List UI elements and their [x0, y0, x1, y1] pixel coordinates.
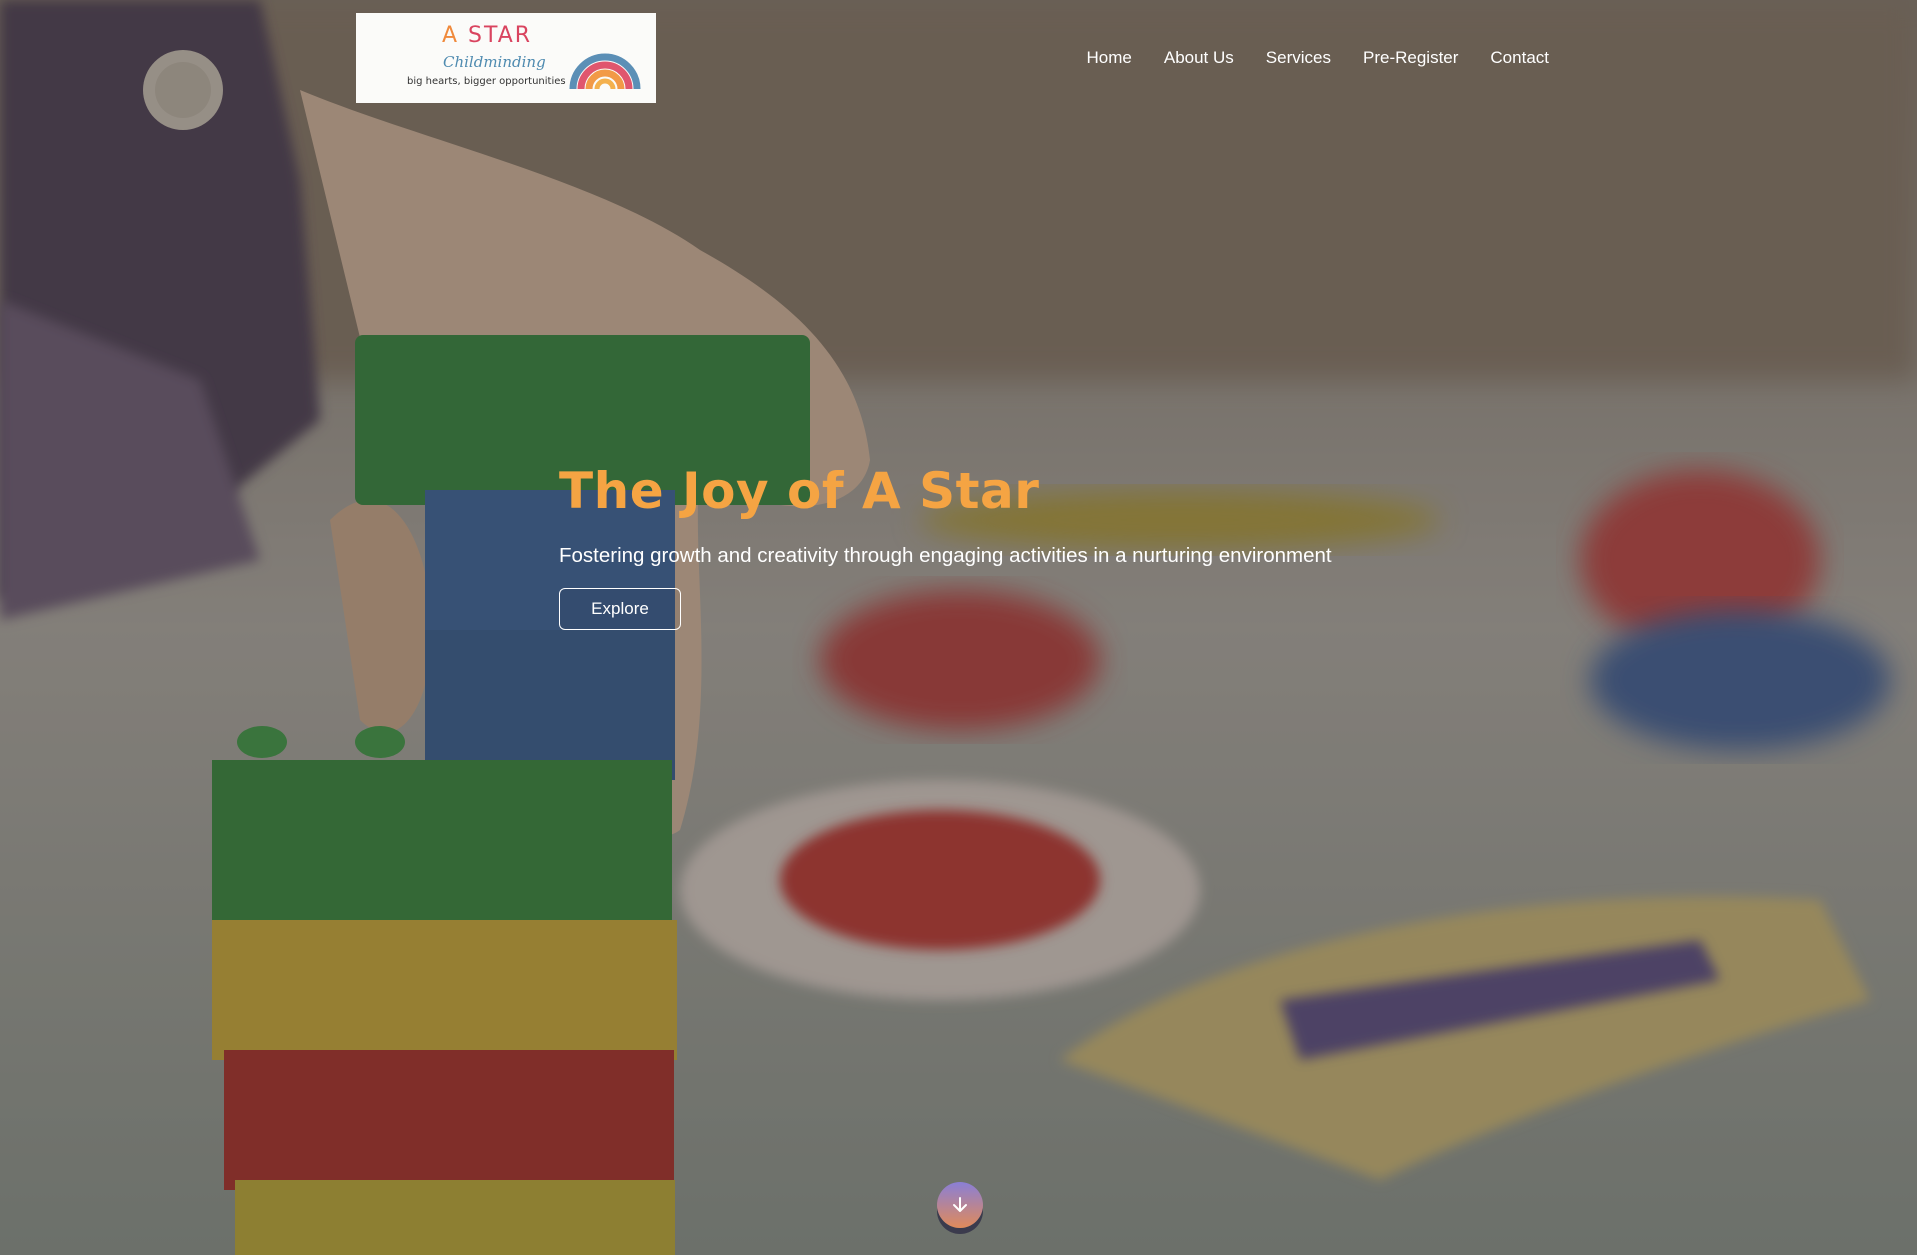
logo-title-letter-a: A — [442, 23, 460, 48]
nav-item-services[interactable]: Services — [1266, 48, 1331, 68]
logo-subtitle: Childminding — [443, 53, 546, 71]
main-nav: Home About Us Services Pre-Register Cont… — [1055, 48, 1550, 68]
arrow-down-icon — [953, 1197, 967, 1212]
nav-item-pre-register[interactable]: Pre-Register — [1363, 48, 1458, 68]
site-logo[interactable]: A STAR Childminding big hearts, bigger o… — [356, 13, 656, 103]
logo-title: A STAR — [442, 23, 532, 48]
scroll-down-button[interactable] — [937, 1182, 983, 1228]
rainbow-icon — [569, 53, 641, 90]
explore-button[interactable]: Explore — [559, 588, 681, 630]
nav-item-about-us[interactable]: About Us — [1164, 48, 1234, 68]
logo-title-star: STAR — [459, 23, 533, 48]
hero-subtitle: Fostering growth and creativity through … — [559, 544, 1332, 567]
hero-content: The Joy of A Star Fostering growth and c… — [559, 462, 1332, 630]
hero-section: A STAR Childminding big hearts, bigger o… — [0, 0, 1917, 1255]
nav-item-contact[interactable]: Contact — [1490, 48, 1549, 68]
logo-tagline: big hearts, bigger opportunities — [407, 76, 566, 87]
nav-item-home[interactable]: Home — [1087, 48, 1132, 68]
hero-title: The Joy of A Star — [559, 462, 1040, 520]
